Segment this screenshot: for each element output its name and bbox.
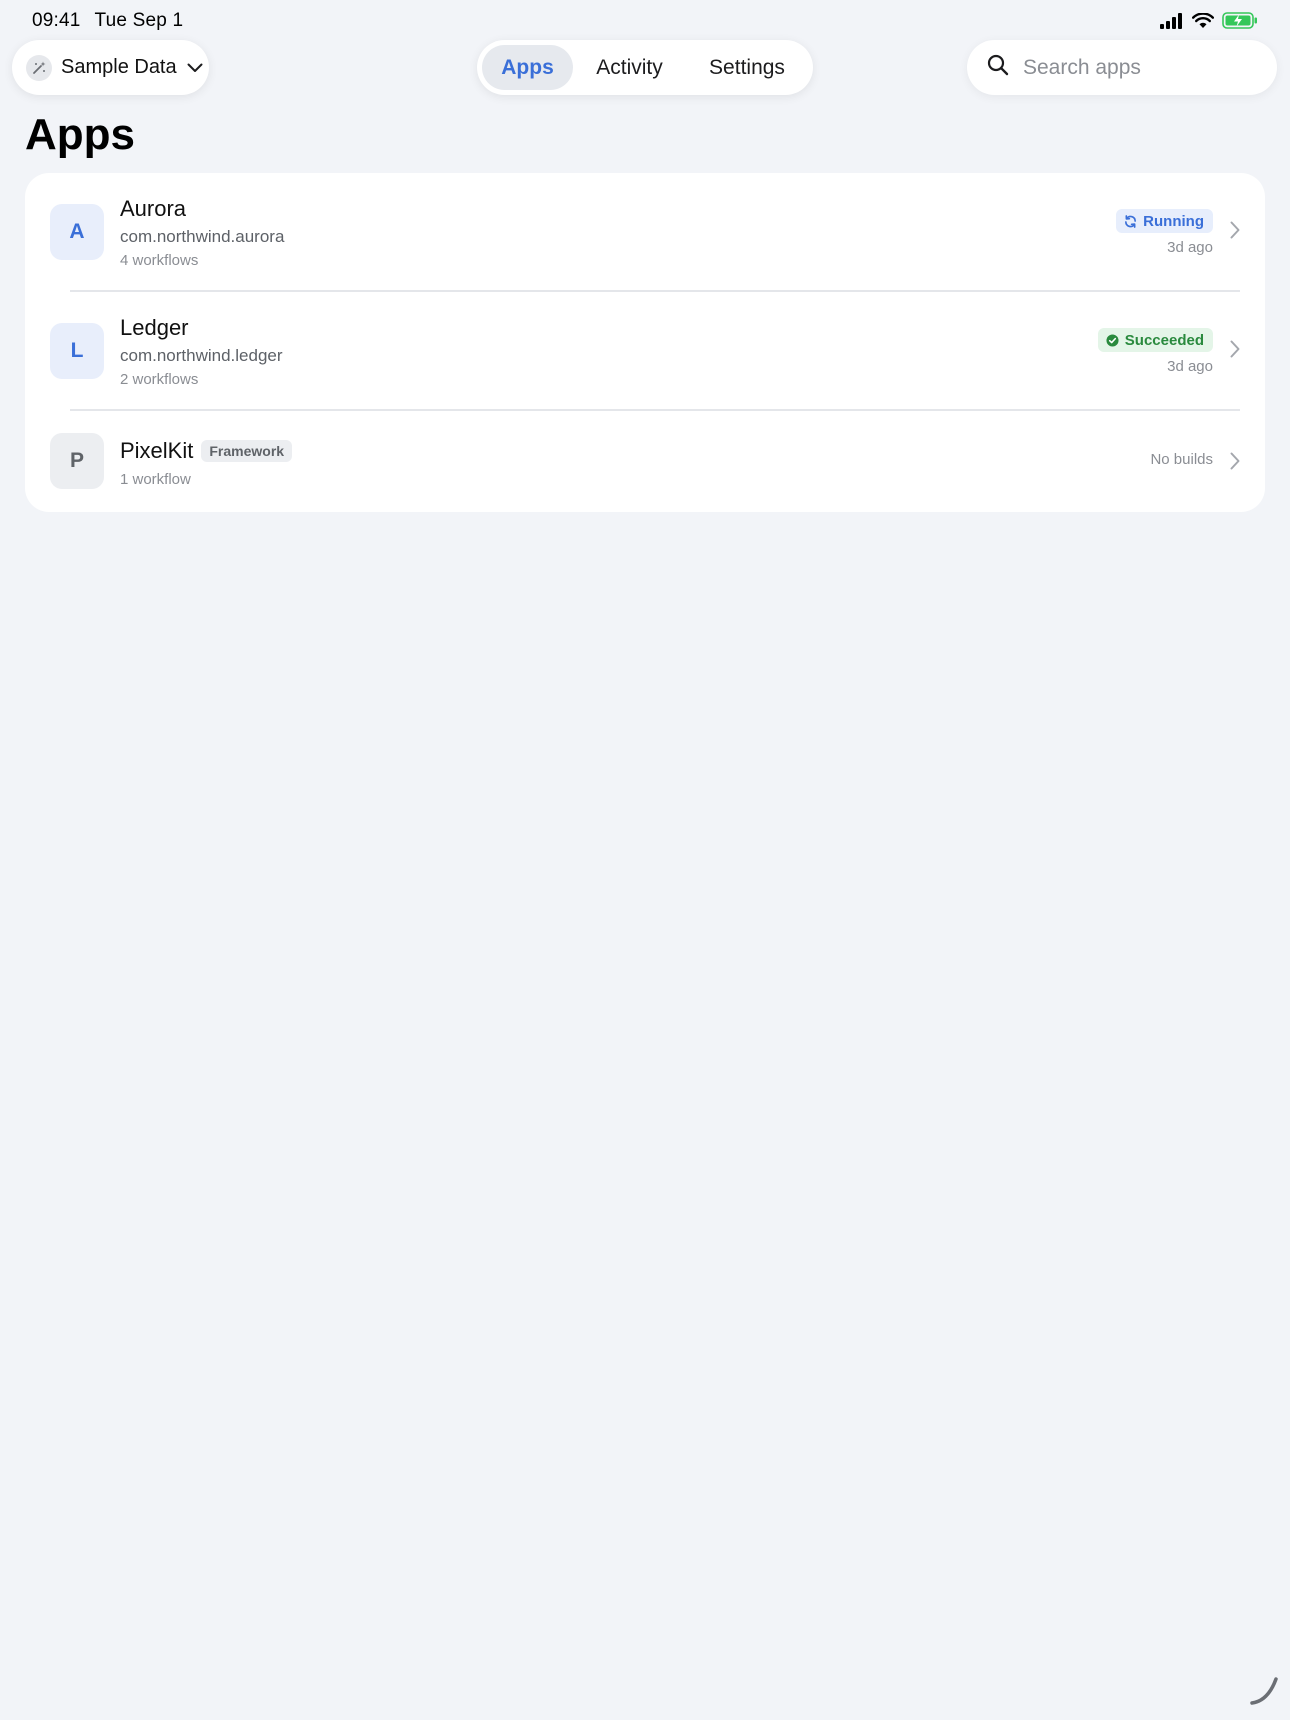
app-info: Aurora com.northwind.aurora 4 workflows (120, 196, 284, 269)
app-row-pixelkit[interactable]: P PixelKit Framework 1 workflow No build… (25, 411, 1265, 512)
app-status: No builds (1150, 451, 1213, 468)
app-row-aurora[interactable]: A Aurora com.northwind.aurora 4 workflow… (25, 173, 1265, 290)
chevron-down-icon (187, 63, 203, 73)
search-box[interactable] (967, 40, 1277, 95)
app-info: Ledger com.northwind.ledger 2 workflows (120, 315, 283, 388)
app-bundle-id: com.northwind.aurora (120, 227, 285, 246)
tab-settings[interactable]: Settings (686, 45, 808, 90)
account-selector[interactable]: Sample Data (12, 40, 209, 95)
apps-list: A Aurora com.northwind.aurora 4 workflow… (25, 173, 1265, 512)
chevron-right-icon (1230, 221, 1240, 239)
tab-apps[interactable]: Apps (482, 45, 573, 90)
app-workflow-count: 4 workflows (120, 252, 199, 269)
no-builds-label: No builds (1150, 451, 1213, 468)
status-icons (1160, 11, 1258, 34)
main-tabs: Apps Activity Settings (477, 40, 813, 95)
app-info: PixelKit Framework 1 workflow (120, 438, 293, 488)
search-icon (987, 54, 1009, 81)
checkmark-circle-icon (1106, 333, 1119, 347)
app-name-line: PixelKit Framework (120, 438, 293, 464)
last-build-time: 3d ago (1167, 239, 1213, 256)
sparkle-wand-icon (26, 54, 52, 81)
app-name: Ledger (120, 315, 189, 340)
tab-activity[interactable]: Activity (573, 45, 686, 90)
app-workflow-count: 2 workflows (120, 371, 199, 388)
app-status: Succeeded 3d ago (1097, 328, 1213, 375)
chevron-right-icon (1230, 340, 1240, 358)
chevron-right-icon (1230, 452, 1240, 470)
page-title: Apps (25, 110, 135, 159)
app-avatar: A (50, 204, 104, 260)
status-badge-label: Running (1143, 212, 1204, 230)
app-workflow-count: 1 workflow (120, 471, 191, 488)
search-input[interactable] (1021, 54, 1265, 81)
status-time: 09:41 Tue Sep 1 (32, 10, 197, 32)
app-name: Aurora (120, 196, 187, 221)
account-label: Sample Data (61, 56, 177, 78)
cellular-signal-icon (1160, 12, 1184, 34)
status-badge: Running (1116, 209, 1213, 233)
last-build-time: 3d ago (1167, 358, 1213, 375)
app-name: PixelKit (120, 438, 194, 463)
resize-handle-icon[interactable] (1248, 1673, 1282, 1712)
wifi-icon (1192, 11, 1214, 34)
app-avatar: P (50, 433, 104, 489)
app-row-ledger[interactable]: L Ledger com.northwind.ledger 2 workflow… (25, 292, 1265, 409)
status-clock: 09:41 (32, 10, 81, 31)
battery-charging-icon (1222, 12, 1258, 34)
app-bundle-id: com.northwind.ledger (120, 346, 283, 365)
status-bar: 09:41 Tue Sep 1 (0, 0, 1290, 40)
app-status: Running 3d ago (1116, 209, 1213, 256)
status-badge: Succeeded (1097, 328, 1213, 352)
app-avatar: L (50, 323, 104, 379)
status-date: Tue Sep 1 (94, 10, 184, 31)
status-badge-label: Succeeded (1124, 331, 1204, 349)
refresh-icon (1124, 214, 1137, 228)
framework-tag: Framework (201, 440, 293, 462)
